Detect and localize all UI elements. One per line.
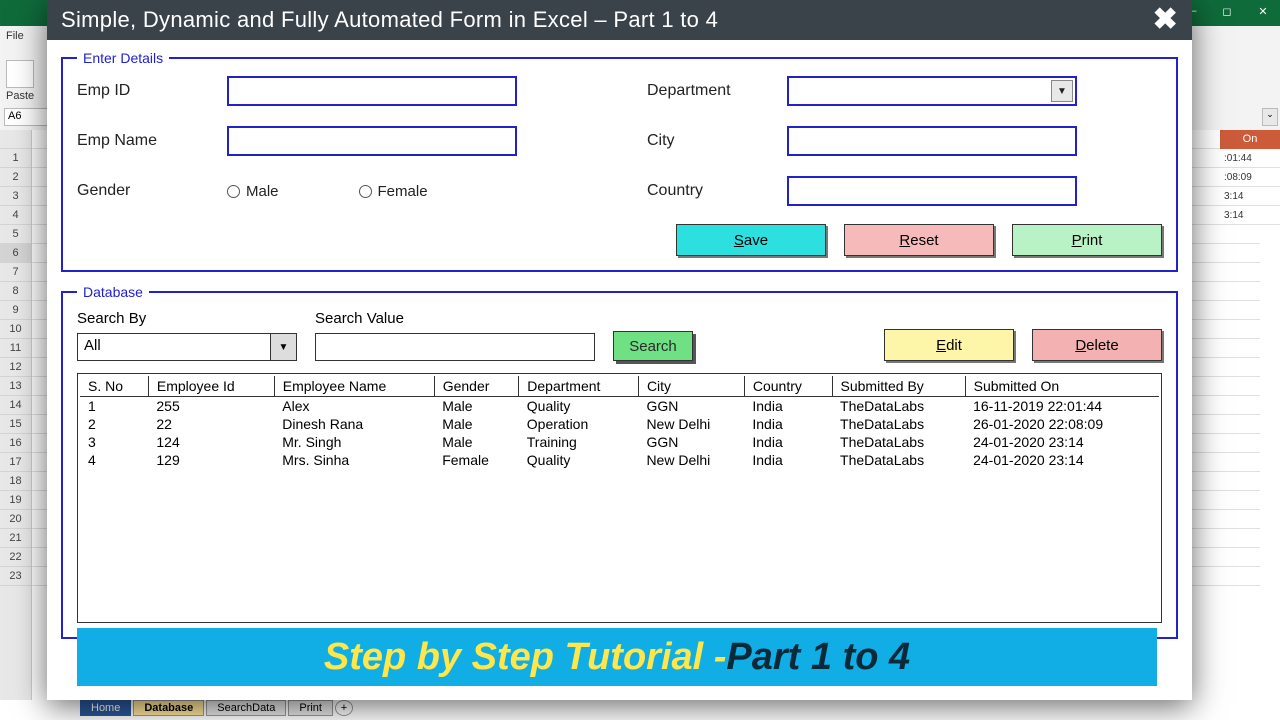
department-label: Department bbox=[647, 82, 787, 100]
edit-button[interactable]: Edit bbox=[884, 329, 1014, 361]
chevron-down-icon: ▼ bbox=[270, 334, 296, 360]
table-row[interactable]: 3124Mr. SinghMaleTrainingGGNIndiaTheData… bbox=[80, 433, 1159, 451]
clipboard-icon bbox=[6, 60, 34, 88]
male-radio[interactable]: Male bbox=[227, 183, 279, 200]
userform-dialog: Simple, Dynamic and Fully Automated Form… bbox=[47, 0, 1192, 700]
formula-bar-expand-icon[interactable]: ⌄ bbox=[1262, 108, 1278, 126]
col-subby: Submitted By bbox=[832, 376, 965, 397]
female-radio[interactable]: Female bbox=[359, 183, 428, 200]
delete-button[interactable]: Delete bbox=[1032, 329, 1162, 361]
enter-details-legend: Enter Details bbox=[77, 50, 169, 66]
maximize-icon[interactable]: ◻ bbox=[1216, 5, 1238, 21]
partial-column: On :01:44 :08:09 3:14 3:14 bbox=[1220, 130, 1280, 700]
sheet-tab-database[interactable]: Database bbox=[133, 700, 204, 716]
col-country: Country bbox=[744, 376, 832, 397]
close-icon[interactable]: ✖ bbox=[1153, 5, 1178, 35]
search-by-label: Search By bbox=[77, 310, 297, 327]
database-group: Database Search By All ▼ Search Value Se… bbox=[61, 284, 1178, 639]
col-gender: Gender bbox=[434, 376, 519, 397]
table-row[interactable]: 222Dinesh RanaMaleOperationNew DelhiIndi… bbox=[80, 415, 1159, 433]
data-grid[interactable]: S. No Employee Id Employee Name Gender D… bbox=[77, 373, 1162, 623]
add-sheet-icon[interactable]: + bbox=[335, 700, 353, 716]
radio-icon bbox=[227, 185, 240, 198]
save-button[interactable]: Save bbox=[676, 224, 826, 256]
col-sno: S. No bbox=[80, 376, 148, 397]
col-subon: Submitted On bbox=[965, 376, 1159, 397]
table-row[interactable]: 1255AlexMaleQualityGGNIndiaTheDataLabs16… bbox=[80, 397, 1159, 416]
close-window-icon[interactable]: ✕ bbox=[1252, 5, 1274, 21]
country-input[interactable] bbox=[787, 176, 1077, 206]
print-button[interactable]: Print bbox=[1012, 224, 1162, 256]
gender-label: Gender bbox=[77, 182, 227, 200]
name-box[interactable]: A6 bbox=[4, 108, 50, 126]
table-row[interactable]: 4129Mrs. SinhaFemaleQualityNew DelhiIndi… bbox=[80, 451, 1159, 469]
search-by-combobox[interactable]: All ▼ bbox=[77, 333, 297, 361]
chevron-down-icon: ▼ bbox=[1051, 80, 1073, 102]
emp-name-input[interactable] bbox=[227, 126, 517, 156]
paste-button[interactable]: Paste bbox=[6, 60, 34, 102]
city-label: City bbox=[647, 132, 787, 150]
table-header-row[interactable]: S. No Employee Id Employee Name Gender D… bbox=[80, 376, 1159, 397]
col-empname: Employee Name bbox=[274, 376, 434, 397]
emp-name-label: Emp Name bbox=[77, 132, 227, 150]
search-value-input[interactable] bbox=[315, 333, 595, 361]
dialog-titlebar[interactable]: Simple, Dynamic and Fully Automated Form… bbox=[47, 0, 1192, 40]
department-combobox[interactable]: ▼ bbox=[787, 76, 1077, 106]
dialog-title: Simple, Dynamic and Fully Automated Form… bbox=[61, 7, 1153, 33]
country-label: Country bbox=[647, 182, 787, 200]
city-input[interactable] bbox=[787, 126, 1077, 156]
col-empid: Employee Id bbox=[148, 376, 274, 397]
reset-button[interactable]: Reset bbox=[844, 224, 994, 256]
sheet-tab-searchdata[interactable]: SearchData bbox=[206, 700, 286, 716]
emp-id-input[interactable] bbox=[227, 76, 517, 106]
search-value-label: Search Value bbox=[315, 310, 595, 327]
row-headers[interactable]: 1234567891011121314151617181920212223 bbox=[0, 130, 32, 700]
radio-icon bbox=[359, 185, 372, 198]
database-legend: Database bbox=[77, 284, 149, 300]
sheet-tab-home[interactable]: Home bbox=[80, 700, 131, 716]
tutorial-banner: Step by Step Tutorial - Part 1 to 4 bbox=[77, 628, 1157, 686]
enter-details-group: Enter Details Emp ID Department ▼ Emp Na… bbox=[61, 50, 1178, 272]
search-button[interactable]: Search bbox=[613, 331, 693, 361]
col-city: City bbox=[638, 376, 744, 397]
sheet-tab-print[interactable]: Print bbox=[288, 700, 333, 716]
emp-id-label: Emp ID bbox=[77, 82, 227, 100]
file-menu[interactable]: File bbox=[6, 30, 24, 42]
col-department: Department bbox=[519, 376, 639, 397]
sheet-tabs: Home Database SearchData Print + bbox=[80, 698, 353, 718]
